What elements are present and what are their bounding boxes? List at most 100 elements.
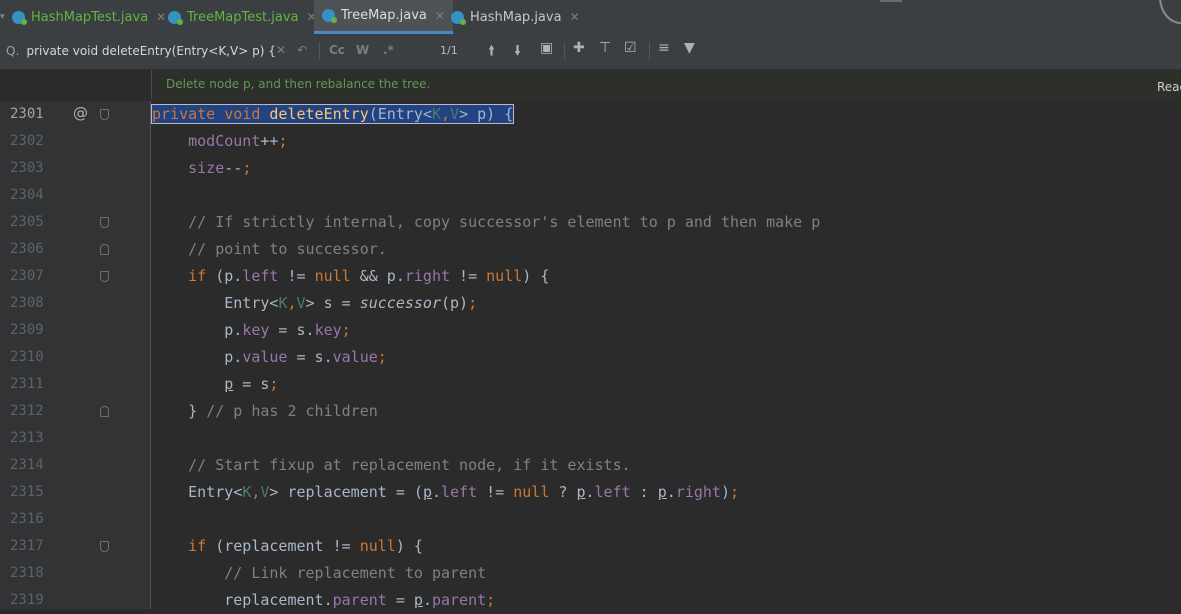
code-text[interactable]: p.key = s.key; [152,321,351,339]
code-line[interactable]: 2305 // If strictly internal, copy succe… [0,209,1181,236]
line-number[interactable]: 2318 [10,565,44,581]
code-line[interactable]: 2315 Entry<K,V> replacement = (p.left !=… [0,479,1181,506]
code-line[interactable]: 2301 @ private void deleteEntry(Entry<K,V>… [0,101,1181,128]
tab-hashmaptest[interactable]: HashMapTest.java ✕ [12,0,166,34]
code-editor[interactable]: 2301 @ private void deleteEntry(Entry<K,V>… [0,101,1181,609]
filter-search-results-icon[interactable]: ▣ [540,40,553,56]
line-number[interactable]: 2309 [10,322,44,338]
code-text[interactable]: // Start fixup at replacement node, if i… [152,456,631,474]
line-number[interactable]: 2304 [10,187,44,203]
code-line[interactable]: 2302 modCount++; [0,128,1181,155]
line-number[interactable]: 2303 [10,160,44,176]
regex-button[interactable]: .* [383,43,394,57]
line-number[interactable]: 2316 [10,511,44,527]
code-text[interactable]: if (p.left != null && p.right != null) { [152,267,549,285]
code-token: } [152,402,207,420]
code-text[interactable]: Entry<K,V> s = successor(p); [152,294,477,312]
match-case-button[interactable]: Cc [329,43,345,57]
code-line[interactable]: 2306 // point to successor. [0,236,1181,263]
line-number[interactable]: 2308 [10,295,44,311]
add-selection-next-icon[interactable]: ✚ [573,40,585,56]
code-token: ; [730,483,740,501]
open-in-window-icon[interactable]: ≡ [658,40,670,56]
new-line-icon[interactable]: ↶ [297,43,307,57]
profile-avatar-icon[interactable] [1159,0,1181,24]
code-text[interactable]: private void deleteEntry(Entry<K,V> p) { [150,104,515,124]
code-text[interactable]: // If strictly internal, copy successor'… [152,213,820,231]
code-line[interactable]: 2314 // Start fixup at replacement node,… [0,452,1181,479]
code-line[interactable]: 2304 [0,182,1181,209]
line-number[interactable]: 2312 [10,403,44,419]
code-line[interactable]: 2319 replacement.parent = p.parent; [0,587,1181,614]
code-text[interactable]: // point to successor. [152,240,387,258]
search-history-icon[interactable]: Q․ [6,44,19,58]
code-line[interactable]: 2313 [0,425,1181,452]
line-number[interactable]: 2310 [10,349,44,365]
fold-toggle-icon[interactable] [100,109,109,120]
code-text[interactable]: p.value = s.value; [152,348,387,366]
code-text[interactable]: p = s; [152,375,278,393]
code-line[interactable]: 2308 Entry<K,V> s = successor(p); [0,290,1181,317]
code-token: left [242,267,279,285]
fold-toggle-icon[interactable] [100,217,109,228]
fold-toggle-icon[interactable] [100,406,109,417]
line-number[interactable]: 2307 [10,268,44,284]
filter-icon[interactable]: ▼ [684,40,695,56]
separator [319,42,320,60]
code-token: : [630,483,658,501]
code-text[interactable]: if (replacement != null) { [152,537,423,555]
clear-search-icon[interactable]: ✕ [276,43,286,57]
tab-close-icon[interactable]: ✕ [570,10,580,24]
code-line[interactable]: 2317 if (replacement != null) { [0,533,1181,560]
code-token: p [224,375,234,393]
code-token: = s. [287,348,333,366]
line-number[interactable]: 2319 [10,592,44,608]
code-line[interactable]: 2312 } // p has 2 children [0,398,1181,425]
code-line[interactable]: 2310 p.value = s.value; [0,344,1181,371]
code-line[interactable]: 2318 // Link replacement to parent [0,560,1181,587]
code-line[interactable]: 2311 p = s; [0,371,1181,398]
line-number[interactable]: 2302 [10,133,44,149]
line-number[interactable]: 2311 [10,376,44,392]
code-line[interactable]: 2307 if (p.left != null && p.right != nu… [0,263,1181,290]
tab-scroll-left-icon[interactable]: ▾ [0,12,5,22]
code-text[interactable]: size--; [152,159,251,177]
line-number[interactable]: 2315 [10,484,44,500]
line-number[interactable]: 2301 [10,106,44,122]
code-token: ; [341,321,351,339]
code-text[interactable]: replacement.parent = p.parent; [152,591,495,609]
next-occurrence-icon[interactable]: 🠛 [514,40,521,64]
code-text[interactable]: Entry<K,V> replacement = (p.left != null… [152,483,739,501]
code-text[interactable]: modCount++; [152,132,287,150]
line-number[interactable]: 2314 [10,457,44,473]
words-button[interactable]: W [356,43,369,57]
tab-close-icon[interactable]: ✕ [156,10,166,24]
line-number[interactable]: 2305 [10,214,44,230]
unselect-occurrence-icon[interactable]: ⊤ [599,40,611,56]
line-number[interactable]: 2313 [10,430,44,446]
previous-occurrence-icon[interactable]: 🠙 [488,40,495,64]
fold-toggle-icon[interactable] [100,271,109,282]
tab-treemaptest[interactable]: TreeMapTest.java ✕ [168,0,317,34]
select-all-occurrences-icon[interactable]: ☑ [624,40,637,56]
fold-toggle-icon[interactable] [100,541,109,552]
tab-hashmap[interactable]: HashMap.java ✕ [451,0,580,34]
code-token: null [359,537,396,555]
code-token: , [287,294,297,312]
code-text[interactable]: // Link replacement to parent [152,564,486,582]
tab-treemap[interactable]: TreeMap.java ✕ [314,0,453,34]
code-token: p [576,483,586,501]
code-token: modCount [188,132,261,150]
code-line[interactable]: 2309 p.key = s.key; [0,317,1181,344]
search-query[interactable]: private void deleteEntry(Entry<K,V> p) { [26,44,275,58]
line-number[interactable]: 2317 [10,538,44,554]
search-input[interactable]: Q․ private void deleteEntry(Entry<K,V> p… [6,38,318,64]
code-line[interactable]: 2316 [0,506,1181,533]
line-number[interactable]: 2306 [10,241,44,257]
code-text[interactable]: } // p has 2 children [152,402,378,420]
override-marker-icon[interactable]: @ [73,104,88,122]
code-line[interactable]: 2303 size--; [0,155,1181,182]
fold-toggle-icon[interactable] [100,244,109,255]
tab-close-icon[interactable]: ✕ [435,9,445,23]
reader-mode-button[interactable]: Read [1157,80,1181,94]
